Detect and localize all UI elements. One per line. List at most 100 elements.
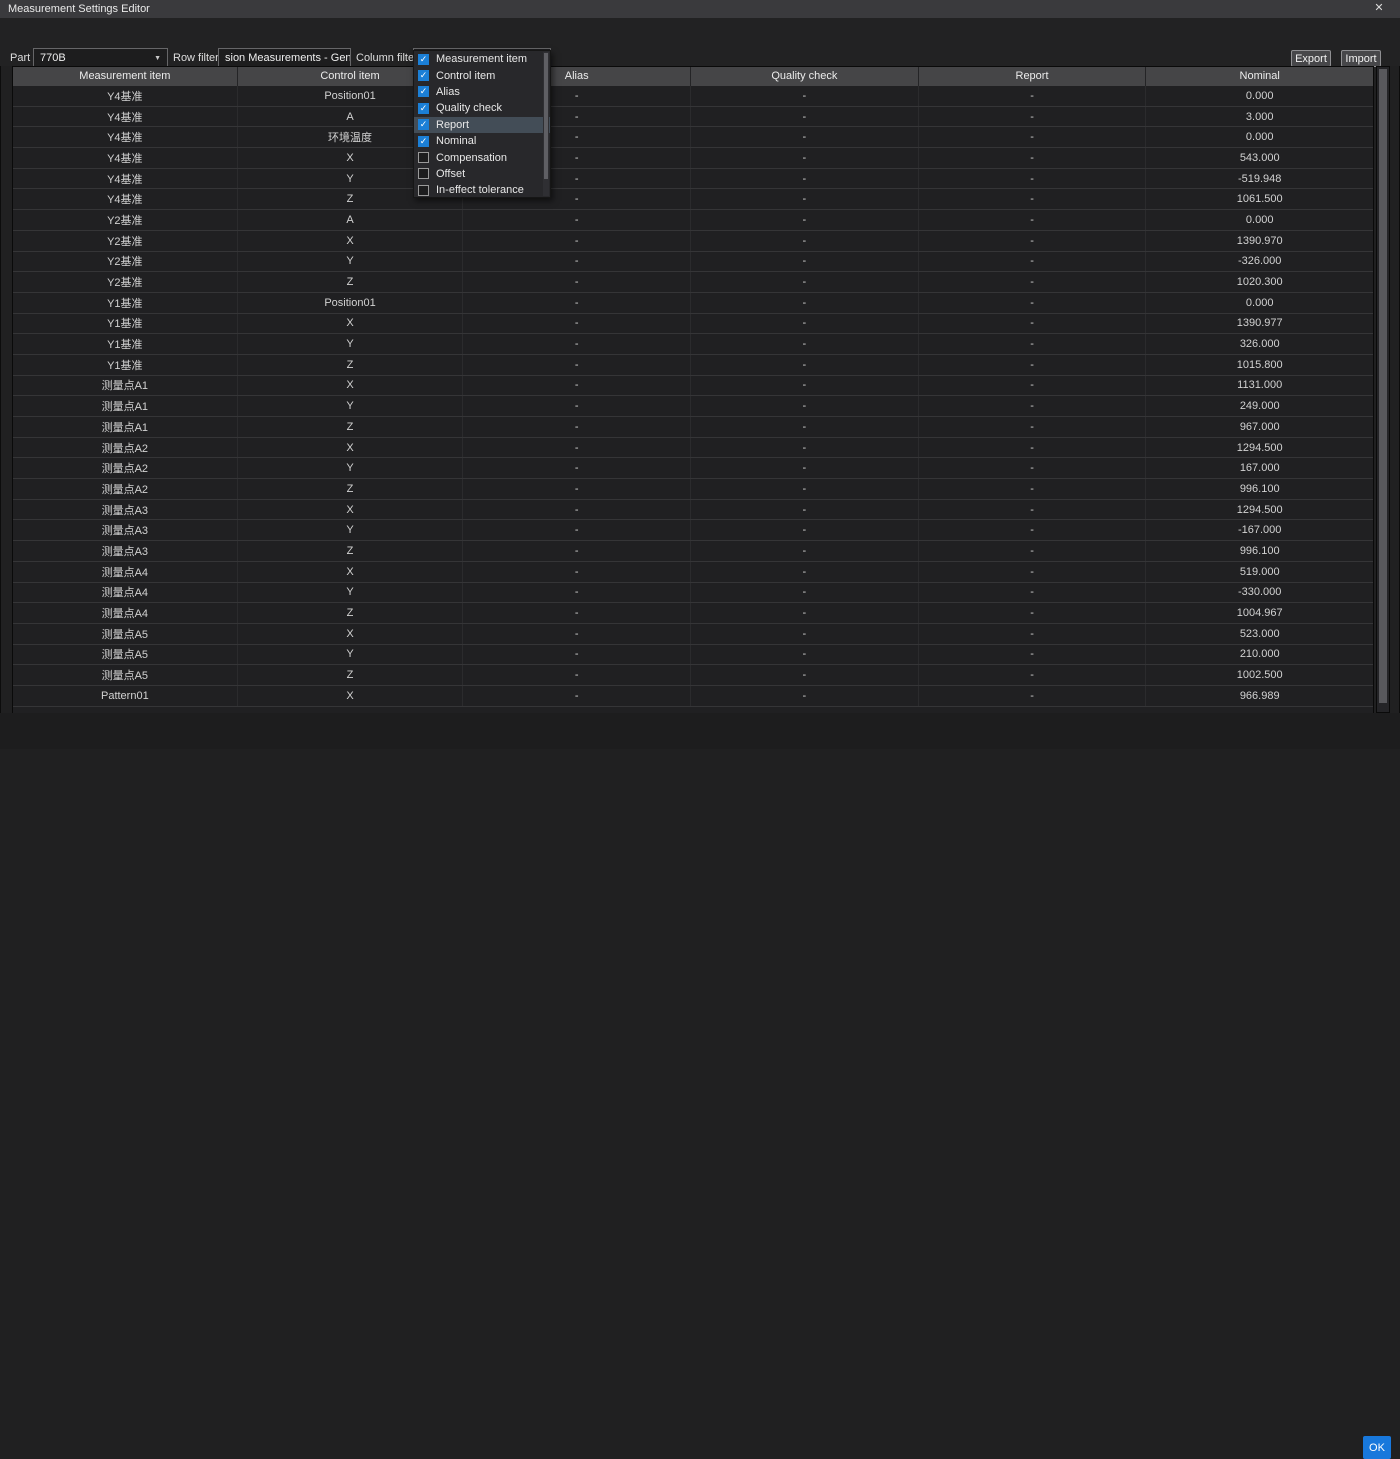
table-cell[interactable]: Y1基准: [13, 292, 238, 313]
table-cell[interactable]: Y: [238, 644, 464, 665]
table-cell[interactable]: Z: [238, 665, 464, 685]
table-cell[interactable]: -: [919, 148, 1147, 168]
table-cell[interactable]: -: [919, 437, 1147, 458]
table-cell[interactable]: -: [463, 665, 692, 685]
table-cell[interactable]: 测量点A2: [13, 458, 238, 479]
table-cell[interactable]: 1294.500: [1146, 438, 1373, 458]
table-cell[interactable]: -: [919, 561, 1147, 582]
table-cell[interactable]: -: [691, 127, 919, 148]
table-cell[interactable]: -: [691, 313, 919, 334]
table-cell[interactable]: -: [919, 313, 1147, 334]
table-cell[interactable]: -: [919, 334, 1147, 354]
table-cell[interactable]: Z: [238, 354, 464, 375]
table-cell[interactable]: Y: [238, 520, 464, 541]
table-cell[interactable]: 测量点A1: [13, 417, 238, 437]
table-cell[interactable]: Y2基准: [13, 210, 238, 230]
table-cell[interactable]: -: [919, 210, 1147, 230]
table-cell[interactable]: Y: [238, 396, 464, 416]
table-cell[interactable]: 测量点A4: [13, 561, 238, 582]
table-cell[interactable]: -: [919, 396, 1147, 416]
column-filter-option[interactable]: ✓ Nominal: [414, 133, 550, 149]
table-cell[interactable]: 1390.977: [1146, 314, 1373, 334]
table-cell[interactable]: -: [691, 168, 919, 189]
column-filter-option[interactable]: Compensation: [414, 149, 550, 165]
table-cell[interactable]: Y4基准: [13, 189, 238, 210]
checkbox-unchecked-icon[interactable]: [418, 152, 429, 164]
popup-scrollbar[interactable]: [543, 52, 549, 196]
table-cell[interactable]: Y: [238, 334, 464, 354]
table-cell[interactable]: A: [238, 210, 464, 230]
table-cell[interactable]: 测量点A4: [13, 603, 238, 623]
table-cell[interactable]: -: [463, 230, 692, 251]
table-cell[interactable]: -: [463, 313, 692, 334]
table-cell[interactable]: -: [691, 541, 919, 561]
table-cell[interactable]: -: [691, 685, 919, 706]
table-cell[interactable]: -: [463, 417, 692, 437]
checkbox-checked-icon[interactable]: ✓: [418, 119, 429, 131]
table-cell[interactable]: 0.000: [1146, 86, 1373, 106]
table-cell[interactable]: 1390.970: [1146, 231, 1373, 251]
table-cell[interactable]: X: [238, 437, 464, 458]
table-cell[interactable]: -: [919, 168, 1147, 189]
table-cell[interactable]: -: [691, 396, 919, 416]
table-cell[interactable]: 测量点A4: [13, 582, 238, 603]
table-cell[interactable]: -: [919, 582, 1147, 603]
table-cell[interactable]: -: [691, 520, 919, 541]
table-cell[interactable]: -: [463, 458, 692, 479]
table-cell[interactable]: -: [463, 499, 692, 520]
checkbox-checked-icon[interactable]: ✓: [418, 70, 429, 82]
table-cell[interactable]: -: [463, 292, 692, 313]
table-cell[interactable]: 996.100: [1146, 541, 1373, 561]
table-cell[interactable]: 210.000: [1146, 645, 1373, 665]
table-cell[interactable]: Y4基准: [13, 106, 238, 127]
table-cell[interactable]: -: [919, 292, 1147, 313]
table-cell[interactable]: 523.000: [1146, 624, 1373, 644]
table-cell[interactable]: -: [919, 106, 1147, 127]
table-cell[interactable]: -: [463, 210, 692, 230]
table-cell[interactable]: -: [691, 334, 919, 354]
table-cell[interactable]: 测量点A5: [13, 665, 238, 685]
table-cell[interactable]: -: [691, 106, 919, 127]
checkbox-unchecked-icon[interactable]: [418, 168, 429, 180]
table-cell[interactable]: -: [463, 479, 692, 499]
table-cell[interactable]: -: [919, 499, 1147, 520]
table-cell[interactable]: 测量点A1: [13, 375, 238, 396]
table-cell[interactable]: -: [463, 437, 692, 458]
table-cell[interactable]: Y: [238, 251, 464, 272]
table-cell[interactable]: -: [463, 644, 692, 665]
table-cell[interactable]: -: [691, 272, 919, 292]
table-cell[interactable]: -: [691, 230, 919, 251]
table-cell[interactable]: -: [463, 603, 692, 623]
table-cell[interactable]: 1002.500: [1146, 665, 1373, 685]
table-cell[interactable]: 249.000: [1146, 396, 1373, 416]
table-cell[interactable]: 1015.800: [1146, 355, 1373, 375]
table-cell[interactable]: 测量点A5: [13, 644, 238, 665]
table-cell[interactable]: 1294.500: [1146, 500, 1373, 520]
ok-button[interactable]: OK: [1363, 1436, 1391, 1459]
table-cell[interactable]: -: [919, 189, 1147, 210]
table-scrollbar[interactable]: [1376, 66, 1390, 713]
table-cell[interactable]: X: [238, 685, 464, 706]
table-cell[interactable]: -330.000: [1146, 583, 1373, 603]
table-cell[interactable]: 1004.967: [1146, 603, 1373, 623]
column-filter-option[interactable]: Offset: [414, 166, 550, 182]
table-cell[interactable]: X: [238, 375, 464, 396]
table-cell[interactable]: Y4基准: [13, 168, 238, 189]
table-cell[interactable]: -326.000: [1146, 252, 1373, 272]
table-cell[interactable]: -: [919, 541, 1147, 561]
table-cell[interactable]: -: [691, 251, 919, 272]
table-cell[interactable]: 966.989: [1146, 686, 1373, 706]
table-cell[interactable]: 543.000: [1146, 148, 1373, 168]
table-cell[interactable]: -: [919, 354, 1147, 375]
table-cell[interactable]: -: [919, 272, 1147, 292]
table-cell[interactable]: -: [691, 189, 919, 210]
column-filter-option[interactable]: ✓ Measurement item: [414, 51, 550, 67]
table-cell[interactable]: -: [919, 86, 1147, 106]
scrollbar-thumb[interactable]: [1379, 69, 1387, 703]
table-cell[interactable]: -: [463, 354, 692, 375]
table-cell[interactable]: Y: [238, 582, 464, 603]
table-cell[interactable]: Z: [238, 603, 464, 623]
table-cell[interactable]: -: [919, 520, 1147, 541]
table-cell[interactable]: 996.100: [1146, 479, 1373, 499]
table-cell[interactable]: -: [691, 665, 919, 685]
